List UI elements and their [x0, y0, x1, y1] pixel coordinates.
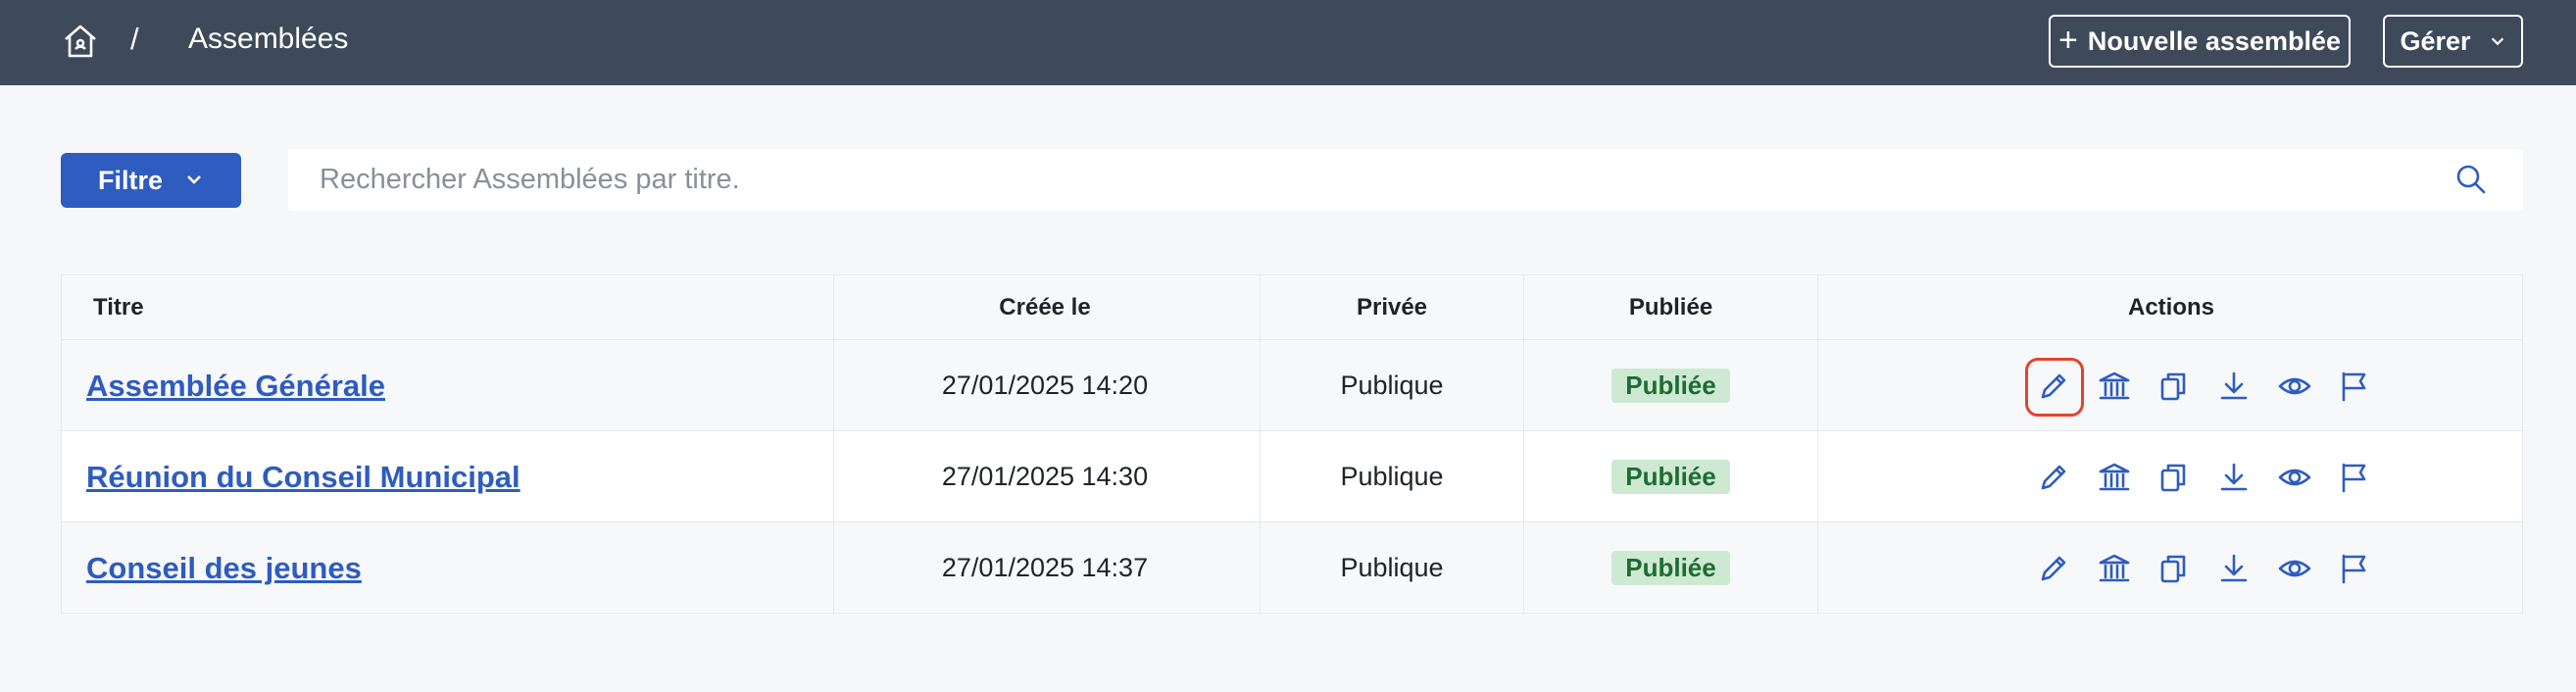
chevron-down-icon	[184, 166, 204, 196]
building-icon[interactable]	[2097, 369, 2132, 404]
column-header-actions: Actions	[2127, 294, 2214, 321]
manage-label: Gérer	[2400, 25, 2471, 56]
highlight-ring	[2025, 358, 2084, 417]
created-date: 27/01/2025 14:20	[941, 371, 1149, 400]
new-assembly-label: Nouvelle assemblée	[2087, 25, 2341, 56]
column-header-title: Titre	[93, 294, 144, 321]
download-icon[interactable]	[2216, 460, 2252, 495]
home-icon[interactable]	[61, 22, 100, 61]
pencil-icon[interactable]	[2036, 551, 2071, 586]
table-header: Titre Créée le Privée Publiée Actions	[62, 275, 2522, 340]
download-icon[interactable]	[2216, 369, 2252, 404]
building-icon[interactable]	[2097, 551, 2132, 586]
row-actions	[2036, 431, 2389, 522]
eye-icon[interactable]	[2277, 551, 2312, 586]
new-assembly-button[interactable]: + Nouvelle assemblée	[2049, 15, 2351, 68]
table-row: Assemblée Générale 27/01/2025 14:20 Publ…	[62, 340, 2522, 431]
flag-icon[interactable]	[2336, 551, 2371, 586]
column-header-published: Publiée	[1628, 294, 1713, 321]
status-badge: Publiée	[1611, 369, 1730, 403]
top-bar: / Assemblées + Nouvelle assemblée Gérer	[0, 0, 2576, 85]
assembly-title-link[interactable]: Assemblée Générale	[86, 369, 385, 404]
privacy-value: Publique	[1340, 462, 1444, 491]
pencil-icon[interactable]	[2025, 358, 2084, 417]
copy-icon[interactable]	[2155, 460, 2191, 495]
column-divider	[1523, 275, 1524, 615]
column-divider	[833, 275, 834, 615]
row-actions	[2025, 340, 2389, 431]
copy-icon[interactable]	[2155, 551, 2191, 586]
status-badge: Publiée	[1611, 460, 1730, 494]
pencil-icon[interactable]	[2036, 460, 2071, 495]
breadcrumb-separator: /	[130, 22, 139, 56]
assembly-title-link[interactable]: Réunion du Conseil Municipal	[86, 460, 520, 495]
flag-icon[interactable]	[2336, 369, 2371, 404]
row-actions	[2036, 522, 2389, 614]
breadcrumb-current: Assemblées	[188, 23, 349, 55]
building-icon[interactable]	[2097, 460, 2132, 495]
search-icon[interactable]	[2454, 163, 2488, 196]
flag-icon[interactable]	[2336, 460, 2371, 495]
table-row: Conseil des jeunes 27/01/2025 14:37 Publ…	[62, 522, 2522, 614]
chevron-down-icon	[2489, 26, 2506, 57]
created-date: 27/01/2025 14:37	[941, 553, 1149, 582]
assemblies-table: Titre Créée le Privée Publiée Actions As…	[61, 274, 2523, 615]
search-box	[288, 149, 2523, 211]
filter-button[interactable]: Filtre	[61, 153, 241, 208]
plus-icon: +	[2058, 21, 2078, 59]
created-date: 27/01/2025 14:30	[941, 462, 1149, 491]
eye-icon[interactable]	[2277, 369, 2312, 404]
assembly-title-link[interactable]: Conseil des jeunes	[86, 551, 362, 586]
column-divider	[1817, 275, 1818, 615]
table-row: Réunion du Conseil Municipal 27/01/2025 …	[62, 431, 2522, 522]
privacy-value: Publique	[1340, 553, 1444, 582]
privacy-value: Publique	[1340, 371, 1444, 400]
eye-icon[interactable]	[2277, 460, 2312, 495]
column-divider	[1260, 275, 1261, 615]
copy-icon[interactable]	[2155, 369, 2191, 404]
filter-label: Filtre	[97, 165, 163, 195]
column-header-created: Créée le	[999, 294, 1091, 321]
column-header-private: Privée	[1356, 294, 1428, 321]
download-icon[interactable]	[2216, 551, 2252, 586]
manage-button[interactable]: Gérer	[2383, 15, 2523, 68]
search-input[interactable]	[288, 149, 2523, 211]
status-badge: Publiée	[1611, 551, 1730, 585]
